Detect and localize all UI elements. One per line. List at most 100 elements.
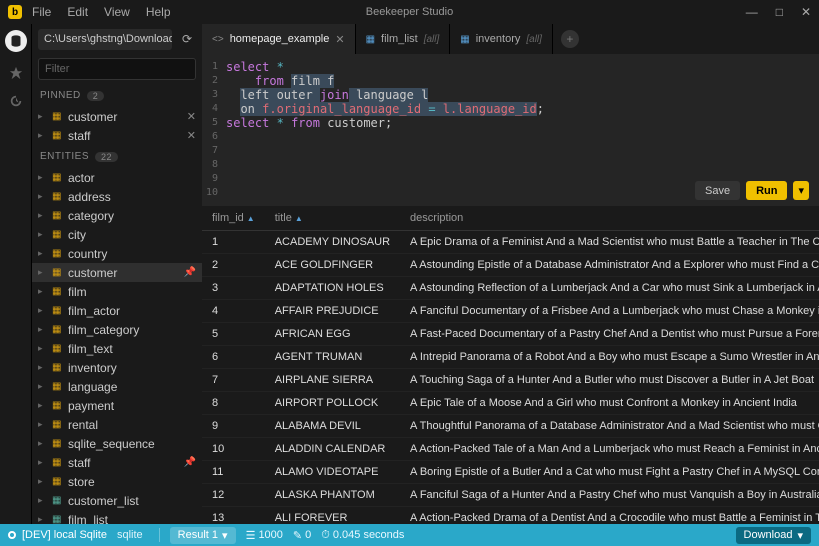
pinned-item[interactable]: ▸▦customer✕ [32,107,202,126]
refresh-button[interactable]: ⟳ [178,32,196,46]
entity-item[interactable]: ▸▦country [32,244,202,263]
table-row[interactable]: 12ALASKA PHANTOMA Fanciful Saga of a Hun… [202,484,819,507]
table-row[interactable]: 6AGENT TRUMANA Intrepid Panorama of a Ro… [202,346,819,369]
cell[interactable]: 3 [202,277,265,300]
cell[interactable]: 7 [202,369,265,392]
menu-edit[interactable]: Edit [67,5,88,19]
entity-item[interactable]: ▸▦sqlite_sequence [32,434,202,453]
cell[interactable]: A Intrepid Panorama of a Robot And a Boy… [400,346,819,369]
code-line[interactable]: from film f [226,74,334,88]
table-row[interactable]: 1ACADEMY DINOSAURA Epic Drama of a Femin… [202,231,819,254]
table-row[interactable]: 8AIRPORT POLLOCKA Epic Tale of a Moose A… [202,392,819,415]
entity-item[interactable]: ▸▦category [32,206,202,225]
pinned-header[interactable]: PINNED 2 [32,84,202,107]
entity-item[interactable]: ▸▦film_list [32,510,202,524]
cell[interactable]: ACADEMY DINOSAUR [265,231,400,254]
cell[interactable]: 5 [202,323,265,346]
table-row[interactable]: 13ALI FOREVERA Action-Packed Drama of a … [202,507,819,525]
cell[interactable]: AIRPORT POLLOCK [265,392,400,415]
minimize-icon[interactable]: — [746,5,758,19]
cell[interactable]: ALI FOREVER [265,507,400,525]
close-icon[interactable]: ✕ [801,5,811,19]
entity-item[interactable]: ▸▦film_actor [32,301,202,320]
cell[interactable]: ALADDIN CALENDAR [265,438,400,461]
menu-file[interactable]: File [32,5,51,19]
cell[interactable]: ACE GOLDFINGER [265,254,400,277]
filter-input[interactable] [38,58,196,80]
entity-item[interactable]: ▸▦inventory [32,358,202,377]
entity-item[interactable]: ▸▦rental [32,415,202,434]
cell[interactable]: 9 [202,415,265,438]
tab[interactable]: ▦inventory[all] [450,24,553,54]
cell[interactable]: A Fast-Paced Documentary of a Pastry Che… [400,323,819,346]
entity-item[interactable]: ▸▦film [32,282,202,301]
close-tab-icon[interactable]: ✕ [335,33,344,46]
cell[interactable]: A Action-Packed Drama of a Dentist And a… [400,507,819,525]
table-row[interactable]: 4AFFAIR PREJUDICEA Fanciful Documentary … [202,300,819,323]
run-dropdown[interactable]: ▾ [793,181,809,200]
cell[interactable]: A Epic Tale of a Moose And a Girl who mu… [400,392,819,415]
column-header[interactable]: title▲ [265,206,400,231]
connection-selector[interactable]: C:\Users\ghstng\Downloads ▾ [38,29,172,50]
table-row[interactable]: 7AIRPLANE SIERRAA Touching Saga of a Hun… [202,369,819,392]
database-icon[interactable] [5,30,27,52]
entity-item[interactable]: ▸▦city [32,225,202,244]
cell[interactable]: A Action-Packed Tale of a Man And a Lumb… [400,438,819,461]
menu-view[interactable]: View [104,5,130,19]
entity-item[interactable]: ▸▦language [32,377,202,396]
maximize-icon[interactable]: □ [776,5,783,19]
entities-header[interactable]: ENTITIES 22 [32,145,202,168]
entity-item[interactable]: ▸▦store [32,472,202,491]
code-line[interactable]: select * [226,60,284,74]
pinned-item[interactable]: ▸▦staff✕ [32,126,202,145]
entity-item[interactable]: ▸▦payment [32,396,202,415]
cell[interactable]: A Fanciful Documentary of a Frisbee And … [400,300,819,323]
pin-icon[interactable]: 📌 [184,457,196,468]
cell[interactable]: A Touching Saga of a Hunter And a Butler… [400,369,819,392]
table-row[interactable]: 9ALABAMA DEVILA Thoughtful Panorama of a… [202,415,819,438]
star-icon[interactable] [9,66,23,80]
cell[interactable]: ALABAMA DEVIL [265,415,400,438]
run-button[interactable]: Run [746,181,787,200]
table-row[interactable]: 3ADAPTATION HOLESA Astounding Reflection… [202,277,819,300]
sql-editor[interactable]: 1select *2 from film f3 left outer join … [202,54,819,206]
tab[interactable]: <>homepage_example✕ [202,24,356,54]
table-row[interactable]: 11ALAMO VIDEOTAPEA Boring Epistle of a B… [202,461,819,484]
cell[interactable]: ALASKA PHANTOM [265,484,400,507]
result-selector[interactable]: Result 1▾ [170,527,236,544]
cell[interactable]: AFRICAN EGG [265,323,400,346]
cell[interactable]: A Thoughtful Panorama of a Database Admi… [400,415,819,438]
cell[interactable]: 8 [202,392,265,415]
tab[interactable]: ▦film_list[all] [356,24,451,54]
cell[interactable]: 2 [202,254,265,277]
cell[interactable]: AIRPLANE SIERRA [265,369,400,392]
cell[interactable]: 6 [202,346,265,369]
cell[interactable]: ADAPTATION HOLES [265,277,400,300]
column-header[interactable]: description [400,206,819,231]
cell[interactable]: 12 [202,484,265,507]
cell[interactable]: A Astounding Epistle of a Database Admin… [400,254,819,277]
entity-item[interactable]: ▸▦film_text [32,339,202,358]
cell[interactable]: 11 [202,461,265,484]
cell[interactable]: 10 [202,438,265,461]
new-tab-button[interactable]: + [561,30,579,48]
table-row[interactable]: 2ACE GOLDFINGERA Astounding Epistle of a… [202,254,819,277]
code-line[interactable]: left outer join language l [226,88,428,102]
code-line[interactable]: select * from customer; [226,116,392,130]
cell[interactable]: A Astounding Reflection of a Lumberjack … [400,277,819,300]
cell[interactable]: 1 [202,231,265,254]
cell[interactable]: AGENT TRUMAN [265,346,400,369]
save-button[interactable]: Save [695,181,740,200]
cell[interactable]: A Fanciful Saga of a Hunter And a Pastry… [400,484,819,507]
menu-help[interactable]: Help [146,5,171,19]
cell[interactable]: ALAMO VIDEOTAPE [265,461,400,484]
table-row[interactable]: 10ALADDIN CALENDARA Action-Packed Tale o… [202,438,819,461]
cell[interactable]: 13 [202,507,265,525]
entity-item[interactable]: ▸▦customer_list [32,491,202,510]
cell[interactable]: A Boring Epistle of a Butler And a Cat w… [400,461,819,484]
entity-item[interactable]: ▸▦film_category [32,320,202,339]
column-header[interactable]: film_id▲ [202,206,265,231]
unpin-icon[interactable]: ✕ [187,129,196,142]
pin-icon[interactable]: 📌 [184,267,196,278]
entity-item[interactable]: ▸▦address [32,187,202,206]
